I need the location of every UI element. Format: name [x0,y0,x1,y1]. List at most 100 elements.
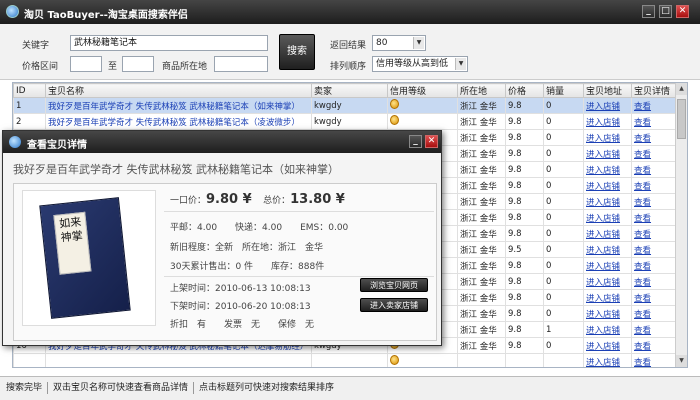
cell-detail-link[interactable]: 查看 [631,257,678,274]
cell-shop-link[interactable]: 进入店铺 [583,193,632,210]
cell-shop-link[interactable]: 进入店铺 [583,289,632,306]
cell-detail-link[interactable]: 查看 [631,145,678,162]
col-name[interactable]: 宝贝名称 [45,83,312,98]
detail-close-button[interactable]: ✕ [425,135,438,148]
cell-detail-link[interactable]: 查看 [631,353,678,367]
browse-page-button[interactable]: 浏览宝贝网页 [360,278,428,292]
table-row[interactable]: 2 我好歹是百年武学奇才 失传武林秘笈 武林秘籍笔记本（凌波微步） kwgdy 浙江 … [13,113,678,130]
cell-detail-link[interactable]: 查看 [631,289,678,306]
cell-detail-link[interactable]: 查看 [631,161,678,178]
vertical-scrollbar[interactable]: ▲ ▼ [675,83,687,367]
book-cover: 如来神掌 [39,197,131,319]
title-bar: 淘贝 TaoBuyer--淘宝桌面搜索伴侣 _ □ ✕ [0,0,700,24]
cell-detail-link[interactable]: 查看 [631,129,678,146]
cell-price [505,353,544,367]
results-value: 80 [376,38,388,48]
cell-name[interactable] [45,353,312,367]
cell-sales: 0 [543,177,584,194]
cell-detail-link[interactable]: 查看 [631,193,678,210]
col-credit[interactable]: 信用等级 [387,83,458,98]
cell-price: 9.8 [505,273,544,290]
maximize-button[interactable]: □ [659,5,672,18]
results-select[interactable]: 80 ▼ [372,35,426,51]
sort-select[interactable]: 信用等级从高到低 ▼ [372,56,468,72]
cell-sales: 0 [543,225,584,242]
cell-detail-link[interactable]: 查看 [631,241,678,258]
cell-seller [311,353,388,367]
cell-shop-link[interactable]: 进入店铺 [583,97,632,114]
location-label: 商品所在地 [162,62,208,72]
scroll-up-icon[interactable]: ▲ [676,83,687,95]
close-button[interactable]: ✕ [676,5,689,18]
cell-location: 浙江 金华 [457,337,506,354]
cell-location: 浙江 金华 [457,289,506,306]
cell-name[interactable]: 我好歹是百年武学奇才 失传武林秘笈 武林秘籍笔记本（凌波微步） [45,113,312,130]
cell-price: 9.8 [505,193,544,210]
cell-shop-link[interactable]: 进入店铺 [583,257,632,274]
cell-detail-link[interactable]: 查看 [631,97,678,114]
col-seller[interactable]: 卖家 [311,83,388,98]
cell-detail-link[interactable]: 查看 [631,321,678,338]
cell-shop-link[interactable]: 进入店铺 [583,177,632,194]
cell-shop-link[interactable]: 进入店铺 [583,161,632,178]
cell-location: 浙江 金华 [457,305,506,322]
cell-detail-link[interactable]: 查看 [631,177,678,194]
cell-shop-link[interactable]: 进入店铺 [583,273,632,290]
cell-detail-link[interactable]: 查看 [631,337,678,354]
cell-shop-link[interactable]: 进入店铺 [583,305,632,322]
col-address[interactable]: 宝贝地址 [583,83,632,98]
cell-shop-link[interactable]: 进入店铺 [583,113,632,130]
minimize-button[interactable]: _ [642,5,655,18]
cell-id: 2 [13,113,46,130]
cell-sales: 0 [543,241,584,258]
keyword-input[interactable]: 武林秘籍笔记本 [70,35,268,51]
scroll-down-icon[interactable]: ▼ [676,355,687,367]
enter-shop-button[interactable]: 进入卖家店铺 [360,298,428,312]
shipping-line: 平邮：4.00 快递：4.00 EMS：0.00 [170,223,349,233]
table-row[interactable]: 1 我好歹是百年武学奇才 失传武林秘笈 武林秘籍笔记本（如来神掌） kwgdy 浙江 … [13,97,678,114]
cell-location: 浙江 金华 [457,177,506,194]
cell-sales: 0 [543,289,584,306]
total-value: 13.80 ¥ [290,192,345,207]
cell-location: 浙江 金华 [457,241,506,258]
cell-shop-link[interactable]: 进入店铺 [583,337,632,354]
cell-shop-link[interactable]: 进入店铺 [583,241,632,258]
cell-detail-link[interactable]: 查看 [631,113,678,130]
listed-time: 上架时间：2010-06-13 10:08:13 [170,284,311,294]
cell-price: 9.8 [505,305,544,322]
col-location[interactable]: 所在地 [457,83,506,98]
detail-minimize-button[interactable]: _ [409,135,422,148]
search-button[interactable]: 搜索 [279,34,315,70]
cell-location: 浙江 金华 [457,97,506,114]
price-min-input[interactable] [70,56,102,72]
divider [164,276,434,277]
cell-detail-link[interactable]: 查看 [631,209,678,226]
cell-detail-link[interactable]: 查看 [631,273,678,290]
detail-item-name: 我好歹是百年武学奇才 失传武林秘笈 武林秘籍笔记本（如来神掌） [13,163,339,176]
location-input[interactable] [214,56,268,72]
cell-detail-link[interactable]: 查看 [631,305,678,322]
price-max-input[interactable] [122,56,154,72]
cell-sales: 0 [543,337,584,354]
detail-dialog: 查看宝贝详情 _ ✕ 我好歹是百年武学奇才 失传武林秘笈 武林秘籍笔记本（如来神… [2,130,442,346]
col-sales[interactable]: 销量 [543,83,584,98]
cell-shop-link[interactable]: 进入店铺 [583,209,632,226]
credit-medal-icon [390,99,399,109]
col-price[interactable]: 价格 [505,83,544,98]
cell-shop-link[interactable]: 进入店铺 [583,353,632,367]
cell-price: 9.8 [505,97,544,114]
table-row[interactable]: 进入店铺 查看 [13,353,678,367]
col-detail[interactable]: 宝贝详情 [631,83,678,98]
cell-name[interactable]: 我好歹是百年武学奇才 失传武林秘笈 武林秘籍笔记本（如来神掌） [45,97,312,114]
cell-shop-link[interactable]: 进入店铺 [583,129,632,146]
cell-shop-link[interactable]: 进入店铺 [583,145,632,162]
col-id[interactable]: ID [13,83,46,98]
cell-detail-link[interactable]: 查看 [631,225,678,242]
delisted-time: 下架时间：2010-06-20 10:08:13 [170,302,311,312]
cell-sales: 0 [543,113,584,130]
status-done: 搜索完毕 [6,383,43,393]
cell-shop-link[interactable]: 进入店铺 [583,321,632,338]
chevron-down-icon: ▼ [413,37,424,49]
cell-shop-link[interactable]: 进入店铺 [583,225,632,242]
scroll-thumb[interactable] [677,99,686,139]
